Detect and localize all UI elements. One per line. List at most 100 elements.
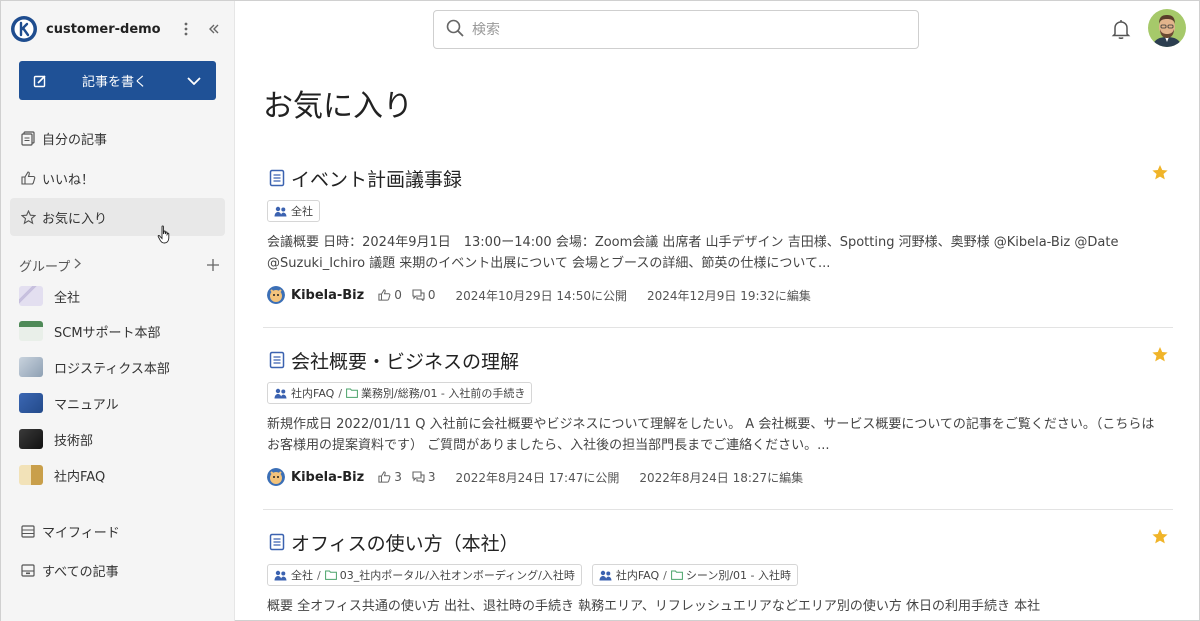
like-count[interactable]: 0 bbox=[378, 288, 402, 302]
group-item-faq[interactable]: 社内FAQ bbox=[19, 462, 219, 488]
user-avatar[interactable] bbox=[1148, 9, 1186, 47]
path-separator: / bbox=[317, 568, 321, 582]
divider bbox=[263, 509, 1173, 510]
article-excerpt: 概要 全オフィス共通の使い方 出社、退社時の手続き 執務エリア、リフレッシュエリ… bbox=[267, 599, 1041, 614]
group-folder-tag[interactable]: 社内FAQ / シーン別/01 - 入社時 bbox=[591, 564, 799, 586]
comment-icon bbox=[412, 471, 425, 483]
search-input[interactable] bbox=[472, 21, 872, 38]
nav-favorites[interactable]: お気に入り bbox=[10, 198, 225, 236]
workspace-name[interactable]: customer-demo bbox=[46, 22, 175, 37]
page-title: お気に入り bbox=[263, 89, 413, 124]
nav-likes[interactable]: いいね！ bbox=[10, 159, 225, 197]
thumbs-up-icon bbox=[378, 471, 391, 483]
comment-icon bbox=[412, 289, 425, 301]
edited-date: 2024年12月9日 19:32に編集 bbox=[646, 288, 811, 303]
group-item-logistics[interactable]: ロジスティクス本部 bbox=[19, 354, 219, 380]
group-folder-tag[interactable]: 社内FAQ / 業務別/総務/01 - 入社前の手続き bbox=[267, 382, 533, 404]
author-avatar[interactable] bbox=[267, 468, 285, 486]
author-name[interactable]: Kibela-Biz bbox=[291, 470, 364, 485]
tag-folder-label: 03_社内ポータル/入社オンボーディング/入社時 bbox=[339, 569, 575, 582]
group-tag[interactable]: 全社 bbox=[267, 200, 320, 222]
comment-count-value: 3 bbox=[427, 470, 436, 484]
like-count[interactable]: 3 bbox=[378, 470, 402, 484]
favorite-star-icon[interactable] bbox=[1151, 164, 1169, 182]
group-item-zensha[interactable]: 全社 bbox=[19, 283, 219, 309]
article-card: オフィスの使い方（本社） 全社 / 03_社内ポータル/入社オンボーディング/入… bbox=[263, 528, 1173, 617]
feed-icon bbox=[20, 523, 36, 539]
tag-group-label: 全社 bbox=[291, 569, 313, 582]
archive-icon bbox=[20, 562, 36, 578]
group-icon bbox=[274, 570, 287, 580]
group-label: マニュアル bbox=[54, 397, 119, 413]
group-thumbnail bbox=[19, 286, 43, 306]
nav-my-feed[interactable]: マイフィード bbox=[10, 512, 225, 550]
comment-count[interactable]: 3 bbox=[412, 470, 436, 484]
group-folder-tag[interactable]: 全社 / 03_社内ポータル/入社オンボーディング/入社時 bbox=[267, 564, 582, 586]
chevron-right-icon[interactable] bbox=[74, 258, 82, 273]
write-article-button[interactable]: 記事を書く bbox=[19, 61, 216, 100]
document-icon bbox=[269, 169, 285, 187]
nav-all-articles[interactable]: すべての記事 bbox=[10, 551, 225, 589]
like-count-value: 3 bbox=[394, 470, 402, 484]
nav-label: マイフィード bbox=[42, 525, 120, 541]
group-icon bbox=[274, 388, 287, 398]
nav-label: すべての記事 bbox=[42, 564, 119, 580]
group-thumbnail bbox=[19, 429, 43, 449]
comment-count[interactable]: 0 bbox=[412, 288, 436, 302]
article-card: イベント計画議事録 全社 会議概要 日時：2024年9月1日 13:00ー14:… bbox=[263, 164, 1173, 304]
path-separator: / bbox=[663, 568, 667, 582]
search-icon bbox=[446, 19, 464, 41]
edited-date: 2022年8月24日 18:27に編集 bbox=[639, 470, 804, 485]
thumbs-up-icon bbox=[20, 170, 36, 186]
article-title[interactable]: 会社概要・ビジネスの理解 bbox=[291, 347, 519, 374]
group-label: ロジスティクス本部 bbox=[54, 361, 170, 377]
workspace-header: customer-demo bbox=[11, 15, 225, 43]
article-title[interactable]: オフィスの使い方（本社） bbox=[291, 529, 519, 556]
group-icon bbox=[599, 570, 612, 580]
document-icon bbox=[269, 351, 285, 369]
notification-bell-icon[interactable] bbox=[1109, 17, 1133, 41]
documents-icon bbox=[20, 130, 36, 146]
chevron-down-icon[interactable] bbox=[172, 76, 216, 85]
group-item-scm[interactable]: SCMサポート本部 bbox=[19, 318, 219, 344]
thumbs-up-icon bbox=[378, 289, 391, 301]
add-group-icon[interactable] bbox=[207, 255, 219, 276]
group-thumbnail bbox=[19, 321, 43, 341]
published-date: 2024年10月29日 14:50に公開 bbox=[455, 288, 627, 303]
like-count-value: 0 bbox=[394, 288, 402, 302]
group-label: 社内FAQ bbox=[54, 469, 106, 485]
comment-count-value: 0 bbox=[427, 288, 436, 302]
folder-icon bbox=[346, 388, 358, 398]
author-name[interactable]: Kibela-Biz bbox=[291, 288, 364, 303]
sidebar: customer-demo 記事を書く 自分の記事 いいね！ お気に入り グルー… bbox=[1, 1, 235, 621]
write-button-label: 記事を書く bbox=[81, 75, 147, 90]
groups-label[interactable]: グループ bbox=[19, 256, 70, 275]
favorite-star-icon[interactable] bbox=[1151, 346, 1169, 364]
collapse-sidebar-icon[interactable] bbox=[203, 18, 225, 40]
search-box[interactable] bbox=[433, 10, 919, 49]
tag-group-label: 社内FAQ bbox=[291, 387, 335, 400]
document-icon bbox=[269, 533, 285, 551]
more-vertical-icon[interactable] bbox=[175, 18, 197, 40]
kibela-logo-icon[interactable] bbox=[11, 16, 37, 42]
nav-label: いいね！ bbox=[42, 172, 95, 188]
nav-label: お気に入り bbox=[42, 211, 108, 227]
nav-my-articles[interactable]: 自分の記事 bbox=[10, 119, 225, 157]
group-thumbnail bbox=[19, 357, 43, 377]
group-label: 全社 bbox=[54, 290, 81, 306]
group-item-manual[interactable]: マニュアル bbox=[19, 390, 219, 416]
author-avatar[interactable] bbox=[267, 286, 285, 304]
tag-group-label: 社内FAQ bbox=[615, 569, 660, 582]
tag-folder-label: シーン別/01 - 入社時 bbox=[685, 569, 792, 582]
group-thumbnail bbox=[19, 393, 43, 413]
folder-icon bbox=[670, 570, 683, 580]
tag-folder-label: 業務別/総務/01 - 入社前の手続き bbox=[361, 387, 526, 400]
group-label: 技術部 bbox=[54, 433, 94, 449]
article-title[interactable]: イベント計画議事録 bbox=[291, 165, 462, 192]
group-item-tech[interactable]: 技術部 bbox=[19, 426, 219, 452]
article-card: 会社概要・ビジネスの理解 社内FAQ / 業務別/総務/01 - 入社前の手続き… bbox=[263, 346, 1173, 486]
group-icon bbox=[274, 206, 287, 216]
group-label: SCMサポート本部 bbox=[54, 325, 161, 341]
favorite-star-icon[interactable] bbox=[1151, 528, 1169, 546]
nav-label: 自分の記事 bbox=[42, 132, 108, 148]
